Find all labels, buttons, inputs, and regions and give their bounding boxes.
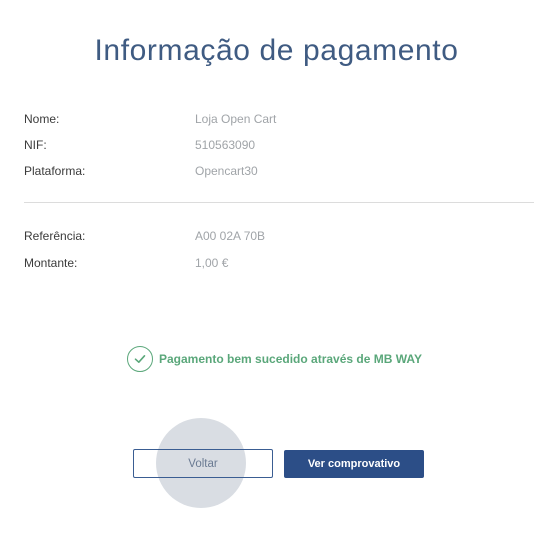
back-button[interactable]: Voltar [133,449,273,478]
payment-status: Pagamento bem sucedido através de MB WAY [127,345,422,373]
check-circle-icon [127,346,153,372]
payment-info-page: Informação de pagamento Nome: Loja Open … [0,0,553,544]
merchant-name-label: Nome: [24,112,60,126]
status-message: Pagamento bem sucedido através de MB WAY [159,352,422,366]
section-divider [24,202,534,203]
reference-label: Referência: [24,229,86,243]
nif-label: NIF: [24,138,47,152]
reference-value: A00 02A 70B [195,229,266,243]
page-title: Informação de pagamento [94,34,459,67]
amount-label: Montante: [24,256,78,270]
amount-value: 1,00 € [195,256,229,270]
platform-label: Plataforma: [24,164,86,178]
nif-value: 510563090 [195,138,256,152]
view-receipt-button[interactable]: Ver comprovativo [284,450,424,478]
platform-value: Opencart30 [195,164,258,178]
merchant-name-value: Loja Open Cart [195,112,277,126]
